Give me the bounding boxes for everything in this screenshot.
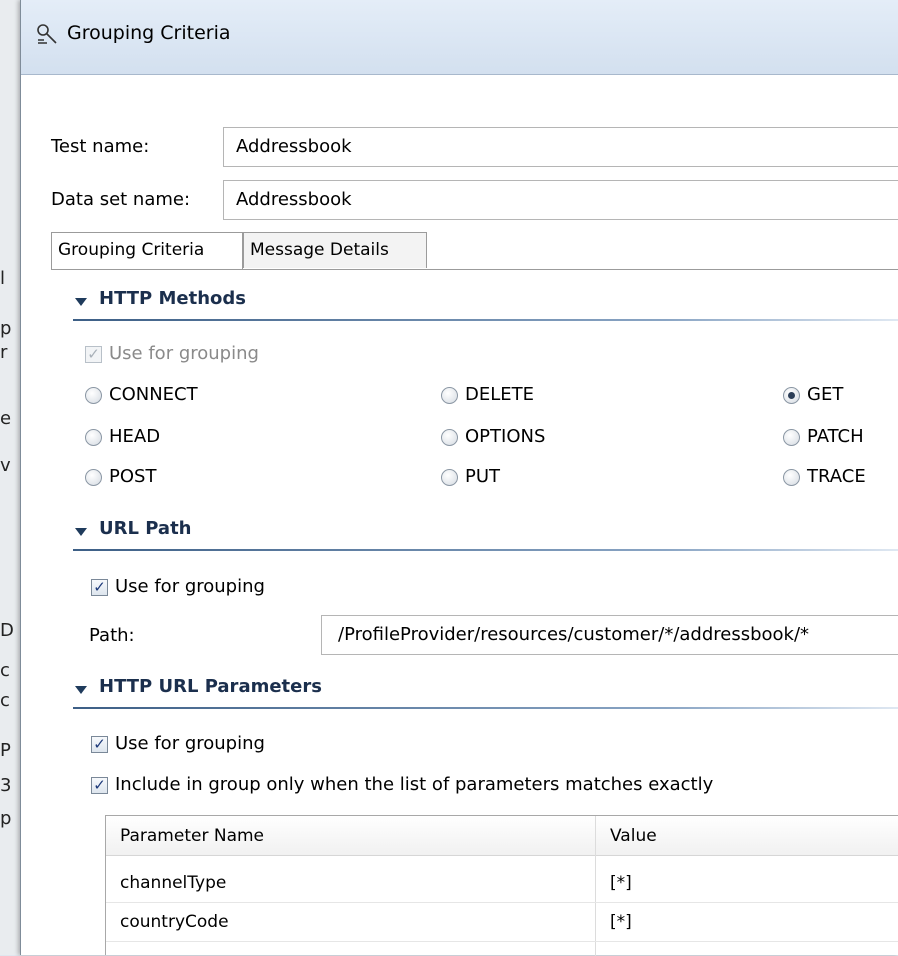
path-label: Path: <box>89 625 135 646</box>
section-divider <box>73 319 898 321</box>
data-set-name-input[interactable]: Addressbook <box>223 180 898 220</box>
radio-icon <box>85 469 102 486</box>
parameters-table: Parameter Name Value channelType [*] cou… <box>105 815 898 956</box>
http-methods-title: HTTP Methods <box>99 288 246 309</box>
background-fragment: r <box>0 342 8 363</box>
background-fragment: p <box>0 808 12 829</box>
table-cell-parameter-name[interactable]: countryCode <box>106 905 595 939</box>
checkbox-label: Use for grouping <box>109 343 259 364</box>
section-divider <box>73 707 898 709</box>
checkbox-checked-icon: ✓ <box>85 346 102 363</box>
collapse-triangle-icon <box>75 686 87 694</box>
table-cell-parameter-name[interactable]: channelType <box>106 866 595 900</box>
title-bar[interactable]: Grouping Criteria <box>21 0 898 75</box>
background-fragment: D <box>0 620 14 641</box>
url-path-title: URL Path <box>99 518 192 539</box>
radio-icon <box>441 429 458 446</box>
background-fragment: l <box>0 268 6 289</box>
radio-label: HEAD <box>109 426 161 447</box>
radio-label: PUT <box>465 466 501 487</box>
tab-message-details[interactable]: Message Details <box>243 232 427 268</box>
row-divider <box>106 902 898 903</box>
test-name-input[interactable]: Addressbook <box>223 127 898 167</box>
radio-label: GET <box>807 384 844 405</box>
path-input[interactable]: /ProfileProvider/resources/customer/*/ad… <box>321 615 898 655</box>
tab-grouping-criteria[interactable]: Grouping Criteria <box>51 232 243 270</box>
radio-icon <box>85 429 102 446</box>
radio-label: PATCH <box>807 426 864 447</box>
background-fragment: e <box>0 408 12 429</box>
background-fragment: 3 <box>0 775 12 796</box>
background-fragment: P <box>0 740 11 761</box>
checkbox-label: Use for grouping <box>115 733 265 754</box>
table-cell-value[interactable]: [*] <box>596 905 898 939</box>
checkbox-checked-icon: ✓ <box>91 777 108 794</box>
url-params-title: HTTP URL Parameters <box>99 676 322 697</box>
radio-icon <box>85 387 102 404</box>
radio-icon <box>783 469 800 486</box>
tab-bar: Grouping Criteria Message Details <box>51 232 898 270</box>
radio-icon <box>441 387 458 404</box>
row-divider <box>106 941 898 942</box>
checkbox-checked-icon: ✓ <box>91 736 108 753</box>
radio-icon <box>783 429 800 446</box>
background-fragment: c <box>0 660 10 681</box>
collapse-triangle-icon <box>75 528 87 536</box>
checkbox-label: Include in group only when the list of p… <box>115 774 714 795</box>
data-set-name-label: Data set name: <box>51 189 191 210</box>
radio-selected-icon <box>783 387 800 404</box>
test-name-label: Test name: <box>51 136 150 157</box>
section-divider <box>73 549 898 551</box>
radio-icon <box>441 469 458 486</box>
grouping-criteria-dialog: Grouping Criteria Test name: Addressbook… <box>20 0 898 956</box>
background-fragment: v <box>0 455 11 476</box>
background-fragment: p <box>0 318 12 339</box>
radio-label: CONNECT <box>109 384 198 405</box>
column-header-parameter-name[interactable]: Parameter Name <box>106 816 595 856</box>
background-fragment: c <box>0 690 10 711</box>
grouping-criteria-icon <box>37 24 57 44</box>
checkbox-label: Use for grouping <box>115 576 265 597</box>
checkbox-checked-icon: ✓ <box>91 579 108 596</box>
table-cell-value[interactable]: [*] <box>596 866 898 900</box>
column-header-value[interactable]: Value <box>596 816 898 856</box>
radio-label: DELETE <box>465 384 535 405</box>
collapse-triangle-icon <box>75 298 87 306</box>
radio-label: TRACE <box>807 466 866 487</box>
tab-divider <box>51 269 898 270</box>
radio-label: OPTIONS <box>465 426 546 447</box>
background-app-strip: l p r e v D c c P 3 p <box>0 0 21 955</box>
radio-label: POST <box>109 466 157 487</box>
window-title: Grouping Criteria <box>67 22 231 44</box>
